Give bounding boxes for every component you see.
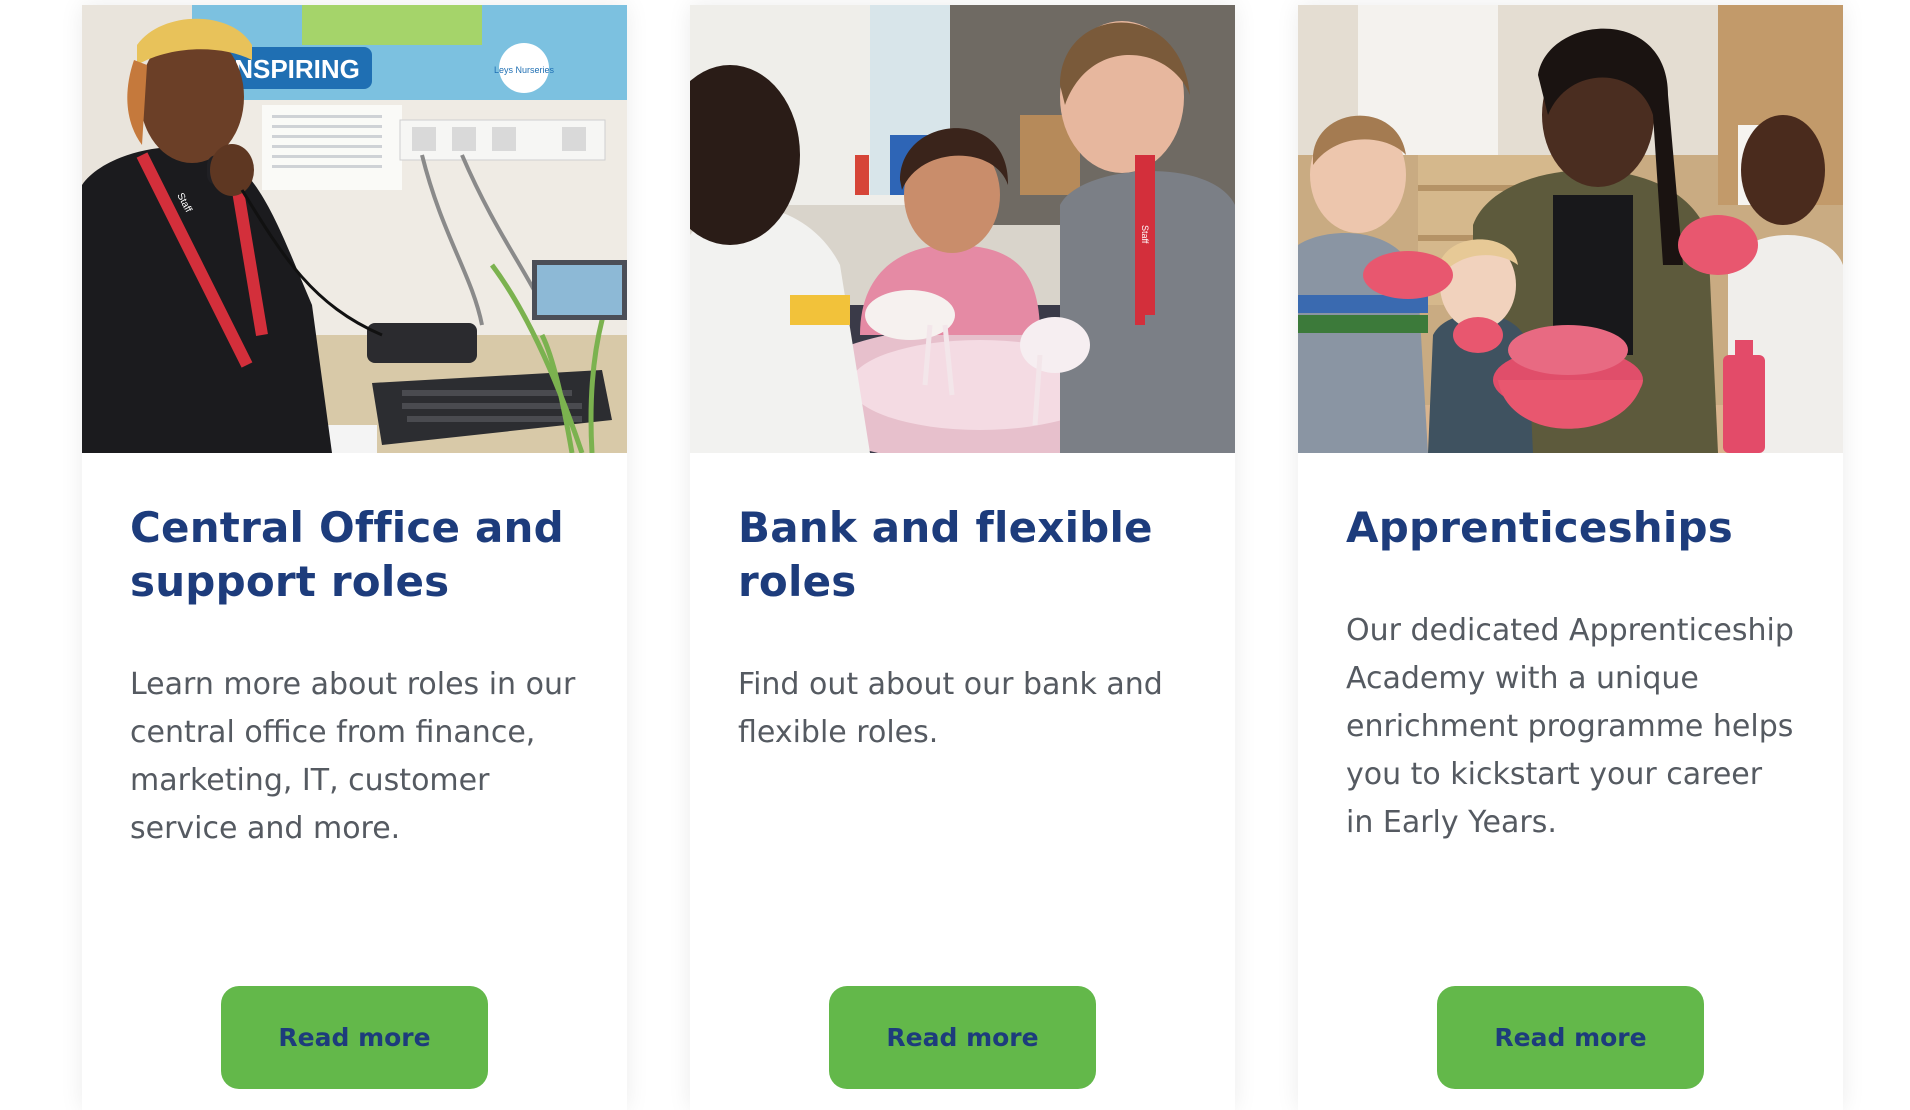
card-photo-apprenticeships [1298, 5, 1843, 453]
card-bank-flexible: Staff Bank and flexible roles Find out a… [690, 5, 1235, 1110]
careers-cards-section: INSPIRING Leys Nurseries Staff Central O… [0, 0, 1910, 1110]
card-central-office: INSPIRING Leys Nurseries Staff Central O… [82, 5, 627, 1110]
photo-apprentice-with-children [1298, 5, 1843, 453]
card-description: Our dedicated Apprenticeship Academy wit… [1346, 613, 1794, 840]
read-more-button[interactable]: Read more [829, 986, 1096, 1089]
card-title: Apprenticeships [1346, 503, 1733, 552]
read-more-button[interactable]: Read more [221, 986, 488, 1089]
card-description: Learn more about roles in our central of… [130, 667, 576, 846]
poster-text: INSPIRING [227, 54, 360, 84]
card-photo-bank-flexible: Staff [690, 5, 1235, 453]
read-more-button[interactable]: Read more [1437, 986, 1704, 1089]
card-photo-central-office: INSPIRING Leys Nurseries Staff [82, 5, 627, 453]
nursery-badge-text: Leys Nurseries [494, 65, 555, 75]
card-title: Central Office and support roles [130, 503, 564, 606]
card-description: Find out about our bank and flexible rol… [738, 667, 1163, 750]
card-apprenticeships: Apprenticeships Our dedicated Apprentice… [1298, 5, 1843, 1110]
photo-messy-play: Staff [690, 5, 1235, 453]
card-title: Bank and flexible roles [738, 503, 1153, 606]
photo-staff-on-phone: INSPIRING Leys Nurseries Staff [82, 5, 627, 453]
lanyard-text: Staff [1140, 225, 1150, 244]
